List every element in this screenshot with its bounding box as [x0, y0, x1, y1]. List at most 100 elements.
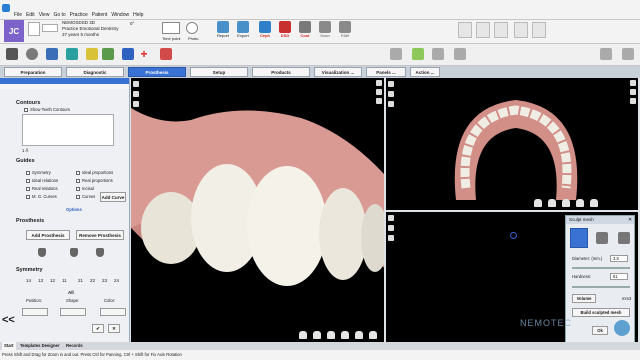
hardness-field[interactable]: 81: [610, 273, 628, 280]
view-front-icon[interactable]: [299, 331, 307, 339]
tab-prosthesis[interactable]: Prosthesis: [128, 67, 186, 77]
tab-products[interactable]: Products: [252, 67, 310, 77]
view-bottom-icon[interactable]: [590, 199, 598, 207]
id-card-icon[interactable]: [42, 24, 58, 32]
pencil-icon[interactable]: [86, 48, 98, 60]
menu-window[interactable]: Window: [111, 12, 129, 18]
remove-prosthesis-button[interactable]: Remove Prosthesis: [76, 230, 124, 240]
real-relations-checkbox[interactable]: [26, 187, 30, 191]
ceph-button[interactable]: Ceph: [254, 21, 276, 43]
timepoint-thumb[interactable]: [162, 22, 180, 34]
grid-icon[interactable]: [376, 80, 382, 86]
tooth-shape-3-icon[interactable]: [96, 248, 104, 257]
options-link[interactable]: Options: [66, 207, 82, 212]
menu-patient[interactable]: Patient: [92, 12, 108, 18]
diameter-field[interactable]: 3,5: [610, 255, 628, 262]
download-icon[interactable]: [388, 101, 394, 107]
sphere-tool-icon[interactable]: [26, 48, 38, 60]
diameter-slider[interactable]: [572, 267, 630, 269]
tool-right-4-icon[interactable]: [454, 48, 466, 60]
fab-button[interactable]: FAB: [334, 21, 356, 43]
tooth-tool-icon[interactable]: [6, 48, 18, 60]
layers-icon[interactable]: [630, 89, 636, 95]
image-tool-icon[interactable]: [46, 48, 58, 60]
collapse-panel-button[interactable]: <<: [2, 314, 15, 326]
menu-edit[interactable]: Edit: [26, 12, 35, 18]
incisal-checkbox[interactable]: [76, 187, 80, 191]
view-left-icon[interactable]: [548, 199, 556, 207]
tab-records[interactable]: Records: [64, 342, 85, 350]
shape-stepper[interactable]: [60, 308, 86, 316]
download-icon[interactable]: [388, 235, 394, 241]
camera-icon[interactable]: [388, 215, 394, 221]
ideal-proportions-checkbox[interactable]: [76, 171, 80, 175]
tooth-shape-2-icon[interactable]: [70, 248, 78, 257]
patient-avatar[interactable]: JC: [4, 20, 24, 42]
tab-templates-designer[interactable]: Templates Designer: [18, 342, 62, 350]
tool-right-3-icon[interactable]: [432, 48, 444, 60]
patient-photo[interactable]: [28, 22, 40, 36]
tab-panels[interactable]: Panels ...: [366, 67, 406, 77]
volume-button[interactable]: Volume: [572, 294, 596, 303]
menu-goto[interactable]: Go to: [53, 12, 65, 18]
all-teeth-toggle[interactable]: All: [68, 290, 74, 295]
curves-checkbox[interactable]: [76, 195, 80, 199]
dsd-button[interactable]: DSD: [274, 21, 296, 43]
camera-icon[interactable]: [388, 81, 394, 87]
menu-file[interactable]: File: [14, 12, 22, 18]
brush-add-icon[interactable]: [570, 228, 588, 248]
move-icon[interactable]: [122, 48, 134, 60]
tooth-14[interactable]: 14: [26, 278, 31, 283]
tab-visualization[interactable]: Visualization ...: [314, 67, 362, 77]
reject-button[interactable]: ✕: [108, 324, 120, 333]
photo-thumb[interactable]: [186, 22, 198, 34]
moon-icon[interactable]: [630, 98, 636, 104]
help-icon[interactable]: [614, 320, 630, 336]
ideal-relations-checkbox[interactable]: [26, 179, 30, 183]
tooth-shape-1-icon[interactable]: [38, 248, 46, 257]
panel-toggle-1[interactable]: [458, 22, 472, 38]
menu-view[interactable]: View: [39, 12, 50, 18]
tab-preparation[interactable]: Preparation: [4, 67, 62, 77]
position-stepper[interactable]: [22, 308, 48, 316]
brush-remove-icon[interactable]: [618, 232, 630, 244]
view-left-icon[interactable]: [313, 331, 321, 339]
mg-curves-checkbox[interactable]: [26, 195, 30, 199]
color-stepper[interactable]: [100, 308, 126, 316]
tooth-13[interactable]: 13: [38, 278, 43, 283]
download-icon[interactable]: [133, 101, 139, 107]
tool-right-5-icon[interactable]: [600, 48, 612, 60]
panel-toggle-2[interactable]: [476, 22, 490, 38]
tooth-21[interactable]: 21: [78, 278, 83, 283]
real-proportions-checkbox[interactable]: [76, 179, 80, 183]
contours-box[interactable]: [22, 114, 114, 146]
grid-icon[interactable]: [630, 80, 636, 86]
main-3d-viewport[interactable]: [131, 78, 384, 342]
panel-toggle-5[interactable]: [532, 22, 546, 38]
tooth-23[interactable]: 23: [102, 278, 107, 283]
camera-icon[interactable]: [133, 81, 139, 87]
sculpt-ok-button[interactable]: Ok: [592, 326, 608, 335]
tab-setup[interactable]: Setup: [190, 67, 248, 77]
tool-right-2-icon[interactable]: [412, 48, 424, 60]
report-button[interactable]: Report: [212, 21, 234, 43]
show-contours-checkbox[interactable]: [24, 108, 28, 112]
image-icon[interactable]: [388, 225, 394, 231]
hardness-slider[interactable]: [572, 286, 630, 288]
tooth-22[interactable]: 22: [90, 278, 95, 283]
view-right-icon[interactable]: [327, 331, 335, 339]
brush-smooth-icon[interactable]: [596, 232, 608, 244]
view-top-icon[interactable]: [576, 199, 584, 207]
panel-toggle-3[interactable]: [494, 22, 508, 38]
view-back-icon[interactable]: [369, 331, 377, 339]
tooth-24[interactable]: 24: [114, 278, 119, 283]
tab-start[interactable]: Start: [2, 342, 16, 350]
view-tool-icon[interactable]: [66, 48, 78, 60]
scan-button[interactable]: Scan: [314, 21, 336, 43]
moon-icon[interactable]: [376, 98, 382, 104]
view-right-icon[interactable]: [562, 199, 570, 207]
sculpt-close-icon[interactable]: ✕: [628, 217, 632, 223]
image-icon[interactable]: [133, 91, 139, 97]
tab-diagnostic[interactable]: Diagnostic: [66, 67, 124, 77]
add-curve-button[interactable]: Add Curve: [100, 192, 126, 202]
